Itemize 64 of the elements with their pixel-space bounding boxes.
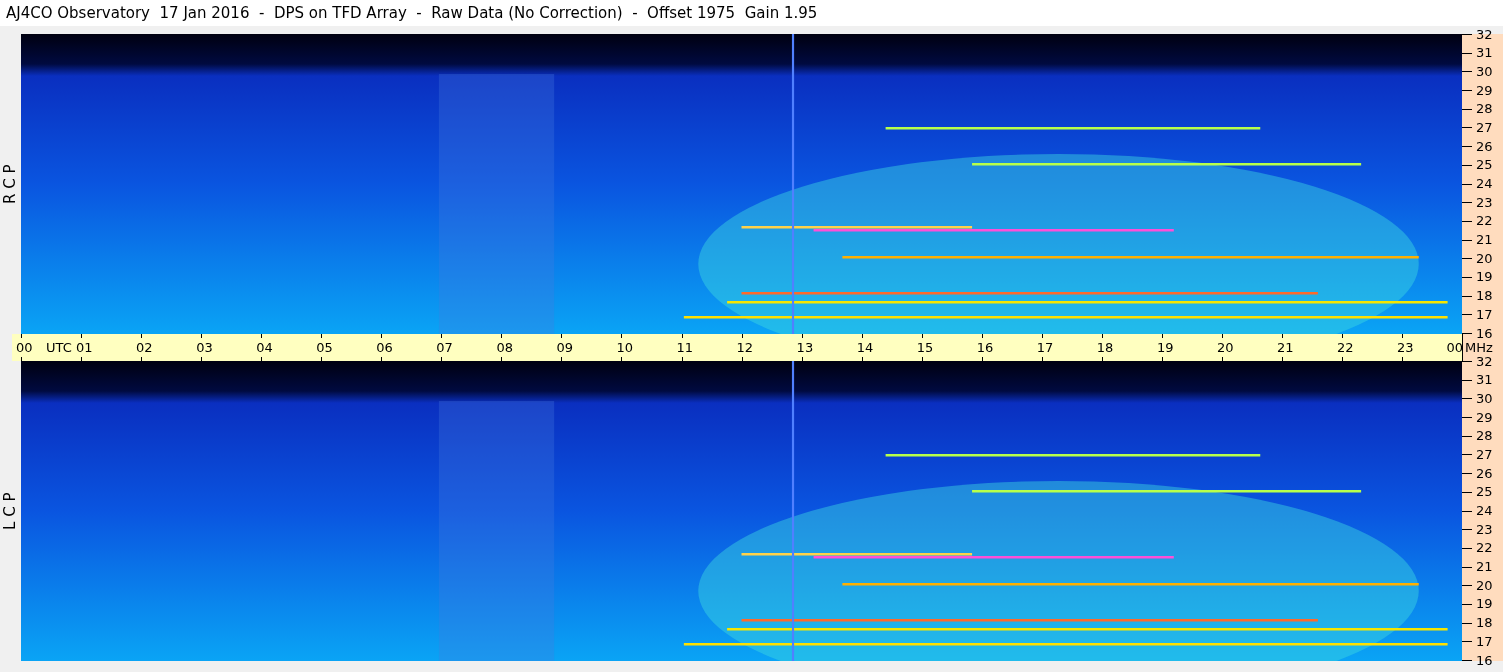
frequency-label: 27: [1476, 447, 1493, 462]
hour-label: 15: [916, 337, 934, 358]
frequency-label: 22: [1476, 214, 1493, 229]
hour-label: 12: [736, 337, 754, 358]
hour-label: 01: [76, 337, 93, 358]
frequency-label: 16: [1476, 326, 1493, 341]
window-title: AJ4CO Observatory 17 Jan 2016 - DPS on TFD Array - Raw Data (No Correction) - Offset 1975 Gain 1.95: [6, 2, 818, 24]
frequency-label: 19: [1476, 270, 1493, 285]
hour-label: 14: [856, 337, 874, 358]
frequency-label: 28: [1476, 429, 1493, 444]
frequency-label: 23: [1476, 522, 1493, 537]
frequency-label: 30: [1476, 64, 1493, 79]
frequency-label: 18: [1476, 289, 1493, 304]
frequency-label: 28: [1476, 102, 1493, 117]
frequency-label: 20: [1476, 578, 1493, 593]
polarization-label: L C P: [0, 492, 21, 530]
frequency-label: 16: [1476, 653, 1493, 668]
frequency-label: 32: [1476, 27, 1493, 42]
hour-label: 07: [436, 337, 453, 358]
hour-label: 16: [976, 337, 994, 358]
frequency-label: 26: [1476, 139, 1493, 154]
frequency-label: 24: [1476, 177, 1493, 191]
hour-label: 06: [376, 337, 393, 358]
hour-label: 21: [1277, 337, 1294, 358]
hour-label: 05: [316, 337, 333, 358]
hour-label: 19: [1156, 337, 1174, 358]
frequency-label: 17: [1476, 307, 1493, 322]
frequency-label: 32: [1476, 354, 1493, 369]
frequency-label: 29: [1476, 83, 1493, 98]
frequency-label: 26: [1476, 466, 1493, 481]
frequency-label: 25: [1476, 485, 1493, 500]
hour-label: 23: [1397, 337, 1414, 358]
frequency-label: 31: [1476, 46, 1493, 61]
frequency-label: 17: [1476, 634, 1493, 649]
polarization-label: R C P: [0, 164, 21, 204]
hour-label: 08: [496, 337, 513, 358]
hour-label: 11: [676, 337, 694, 358]
frequency-label: 19: [1476, 597, 1493, 612]
frequency-label: 31: [1476, 373, 1493, 388]
hour-label: 04: [256, 337, 273, 358]
hour-label: 00: [16, 337, 33, 358]
frequency-label: 30: [1476, 391, 1493, 406]
hour-label: 03: [196, 337, 213, 358]
hour-label: 13: [796, 337, 814, 358]
hour-label: 20: [1216, 337, 1234, 358]
frequency-label: 23: [1476, 195, 1493, 210]
frequency-label: 29: [1476, 410, 1493, 425]
frequency-label: 18: [1476, 616, 1493, 631]
hour-label: 00: [1446, 338, 1464, 357]
frequency-label: 20: [1476, 251, 1493, 266]
hour-label: 18: [1096, 337, 1114, 358]
frequency-label: 25: [1476, 158, 1493, 173]
frequency-label: 27: [1476, 120, 1493, 135]
time-unit: UTC: [46, 338, 72, 357]
frequency-label: 24: [1476, 504, 1493, 518]
hour-label: 02: [136, 337, 153, 358]
frequency-label: 22: [1476, 541, 1493, 556]
frequency-label: 21: [1476, 233, 1493, 248]
hour-label: 17: [1036, 337, 1054, 358]
hour-label: 09: [556, 337, 573, 358]
hour-label: 22: [1337, 337, 1354, 358]
frequency-unit: MHz: [1465, 338, 1493, 357]
hour-label: 10: [616, 337, 633, 358]
frequency-label: 21: [1476, 560, 1493, 575]
